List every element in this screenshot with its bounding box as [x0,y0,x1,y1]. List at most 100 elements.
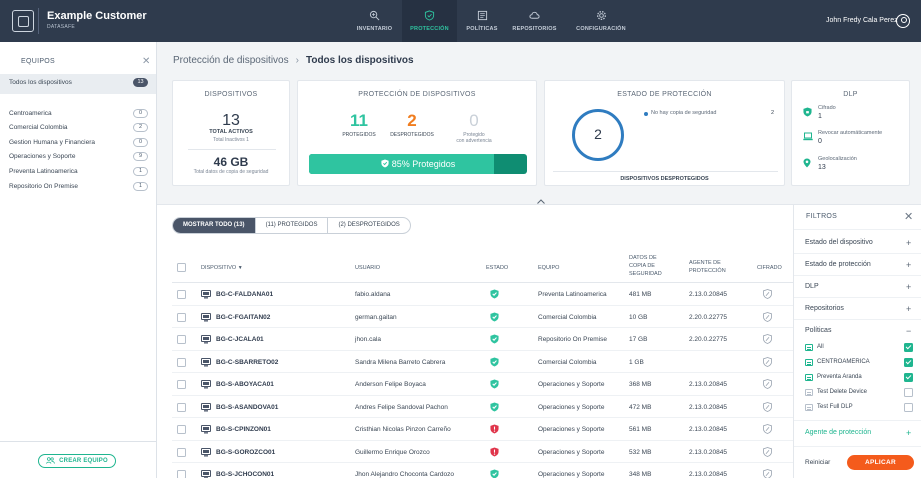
user-avatar-icon[interactable] [896,14,910,28]
policy-icon [805,359,813,366]
sidebar-item-count: 1 [133,182,148,191]
col-status[interactable]: ESTADO [486,265,508,271]
device-name[interactable]: BG-S-ASANDOVA01 [216,404,278,411]
select-all-checkbox[interactable] [177,263,186,272]
filter-policies[interactable]: Políticas − [805,326,915,336]
device-name[interactable]: BG-S-CPINZON01 [216,426,271,433]
col-backup-line3[interactable]: SEGURIDAD [629,271,662,277]
tab-show-all[interactable]: MOSTRAR TODO (13) [173,218,256,233]
tab-unprotected[interactable]: (2) DESPROTEGIDOS [328,218,409,233]
device-name[interactable]: BG-S-JCHOCON01 [216,471,274,478]
protected-shield-icon [490,379,499,391]
encryption-shield-icon [763,356,772,369]
close-icon[interactable]: ✕ [142,56,150,67]
device-name[interactable]: BG-C-FALDANA01 [216,291,273,298]
sidebar-item-operaciones[interactable]: Operaciones y Soporte 9 [0,152,156,165]
device-name[interactable]: BG-C-JCALA01 [216,336,264,343]
filter-dlp[interactable]: DLP + [805,282,915,292]
row-checkbox[interactable] [177,357,186,367]
device-name[interactable]: BG-C-SBARRETO02 [216,359,278,366]
policy-checkbox[interactable] [904,358,913,367]
policy-option-centroamerica[interactable]: CENTROAMERICA [805,358,915,368]
unprotected-shield-icon [490,424,499,436]
col-backup-line1[interactable]: DATOS DE [629,255,657,261]
row-checkbox[interactable] [177,470,186,478]
nav-configuracion[interactable]: CONFIGURACIÓN [562,0,640,42]
policy-option-preventa-aranda[interactable]: Preventa Aranda [805,373,915,383]
reset-button[interactable]: Reiniciar [805,459,830,466]
sidebar-item-gestion-humana[interactable]: Gestion Humana y Financiera 0 [0,138,156,151]
row-checkbox[interactable] [177,290,186,299]
filter-repositories[interactable]: Repositorios + [805,304,915,314]
table-row[interactable]: BG-C-SBARRETO02 Sandra Milena Barreto Cab… [172,351,793,373]
expand-icon: + [906,238,912,248]
filter-protection-agent[interactable]: Agente de protección + [805,428,915,438]
row-checkbox[interactable] [177,312,186,322]
apply-button[interactable]: APLICAR [847,455,914,470]
nav-repositorios[interactable]: REPOSITORIOS [507,0,562,42]
row-checkbox[interactable] [177,380,186,389]
breadcrumb-parent[interactable]: Protección de dispositivos [173,55,289,66]
create-team-button[interactable]: CREAR EQUIPO [38,454,116,468]
col-team[interactable]: EQUIPO [538,265,559,271]
user-name[interactable]: John Fredy Cala Perez [826,17,898,24]
table-row[interactable]: BG-C-JCALA01 jhon.cala Repositorio On Prem… [172,328,793,351]
team-cell: Operaciones y Soporte [538,448,605,456]
nav-inventario[interactable]: INVENTARIO [347,0,402,42]
row-checkbox[interactable] [177,425,186,434]
policy-option-test-full-dlp[interactable]: Test Full DLP [805,403,915,413]
policy-option-all[interactable]: All [805,343,915,353]
sidebar-item-comercial-colombia[interactable]: Comercial Colombia 2 [0,123,156,136]
table-row[interactable]: BG-S-GOROZCO01 Guillermo Enrique Orozco Op… [172,441,793,463]
device-name[interactable]: BG-S-GOROZCO01 [216,449,275,456]
device-name[interactable]: BG-S-ABOYACA01 [216,381,274,388]
protected-stat[interactable]: 11 PROTEGIDOS [329,111,389,138]
table-row[interactable]: BG-S-ASANDOVA01 Andres Felipe Sandoval Pa… [172,396,793,418]
protected-shield-icon [490,402,499,414]
policy-icon [805,389,813,396]
table-row[interactable]: BG-S-ABOYACA01 Anderson Felipe Boyaca Oper… [172,373,793,396]
filter-protection-status[interactable]: Estado de protección + [805,260,915,270]
col-user[interactable]: USUARIO [355,265,380,271]
card-title: ESTADO DE PROTECCIÓN [617,91,712,98]
app-logo-icon[interactable] [12,10,34,32]
col-backup-line2[interactable]: COPIA DE [629,263,655,269]
table-row[interactable]: BG-C-FALDANA01 fabio.aldana Preventa Latin… [172,283,793,306]
sidebar-item-label: Repositorio On Premise [9,183,78,190]
col-agent-line1[interactable]: AGENTE DE [689,260,721,266]
sidebar-item-preventa[interactable]: Preventa Latinoamerica 1 [0,167,156,180]
table-row[interactable]: BG-C-FGAITAN02 german.gaitan Comercial Col… [172,306,793,328]
donut-chart[interactable]: 2 [572,109,624,161]
sidebar-item-all-devices[interactable]: Todos los dispositivos 13 [0,78,156,91]
progress-label: 85% Protegidos [309,159,527,169]
filters-title: FILTROS [806,213,838,220]
unprotected-stat[interactable]: 2 DESPROTEGIDOS [382,111,442,138]
col-device[interactable]: DISPOSITIVO ▼ [201,265,243,271]
policy-checkbox[interactable] [904,388,913,397]
close-icon[interactable]: ✕ [904,210,913,223]
expand-icon: + [906,260,912,270]
sidebar-item-repositorio[interactable]: Repositorio On Premise 1 [0,182,156,195]
table-row[interactable]: BG-S-JCHOCON01 Jhon Alejandro Choconta Ca… [172,463,793,478]
tab-protected[interactable]: (11) PROTEGIDOS [256,218,329,233]
device-name[interactable]: BG-C-FGAITAN02 [216,314,270,321]
shield-icon [424,10,435,21]
warning-stat[interactable]: 0 Protegido con advertencia [444,111,504,144]
nav-politicas[interactable]: POLÍTICAS [457,0,507,42]
nav-proteccion[interactable]: PROTECCIÓN [402,0,457,42]
row-checkbox[interactable] [177,447,186,457]
table-header: DISPOSITIVO ▼ USUARIO ESTADO EQUIPO DATO… [172,251,793,283]
sidebar-item-centroamerica[interactable]: Centroamerica 0 [0,109,156,122]
row-checkbox[interactable] [177,335,186,344]
policy-label: Test Full DLP [817,404,853,410]
policy-checkbox[interactable] [904,373,913,382]
filter-device-status[interactable]: Estado del dispositivo + [805,238,915,248]
policy-option-test-delete[interactable]: Test Delete Device [805,388,915,398]
table-row[interactable]: BG-S-CPINZON01 Cristhian Nicolas Pinzon C… [172,418,793,441]
policy-checkbox[interactable] [904,343,913,352]
col-agent-line2[interactable]: PROTECCIÓN [689,268,726,274]
col-encrypt[interactable]: CIFRADO [757,265,782,271]
policy-checkbox[interactable] [904,403,913,412]
row-checkbox[interactable] [177,402,186,412]
nav-label: INVENTARIO [356,26,393,32]
